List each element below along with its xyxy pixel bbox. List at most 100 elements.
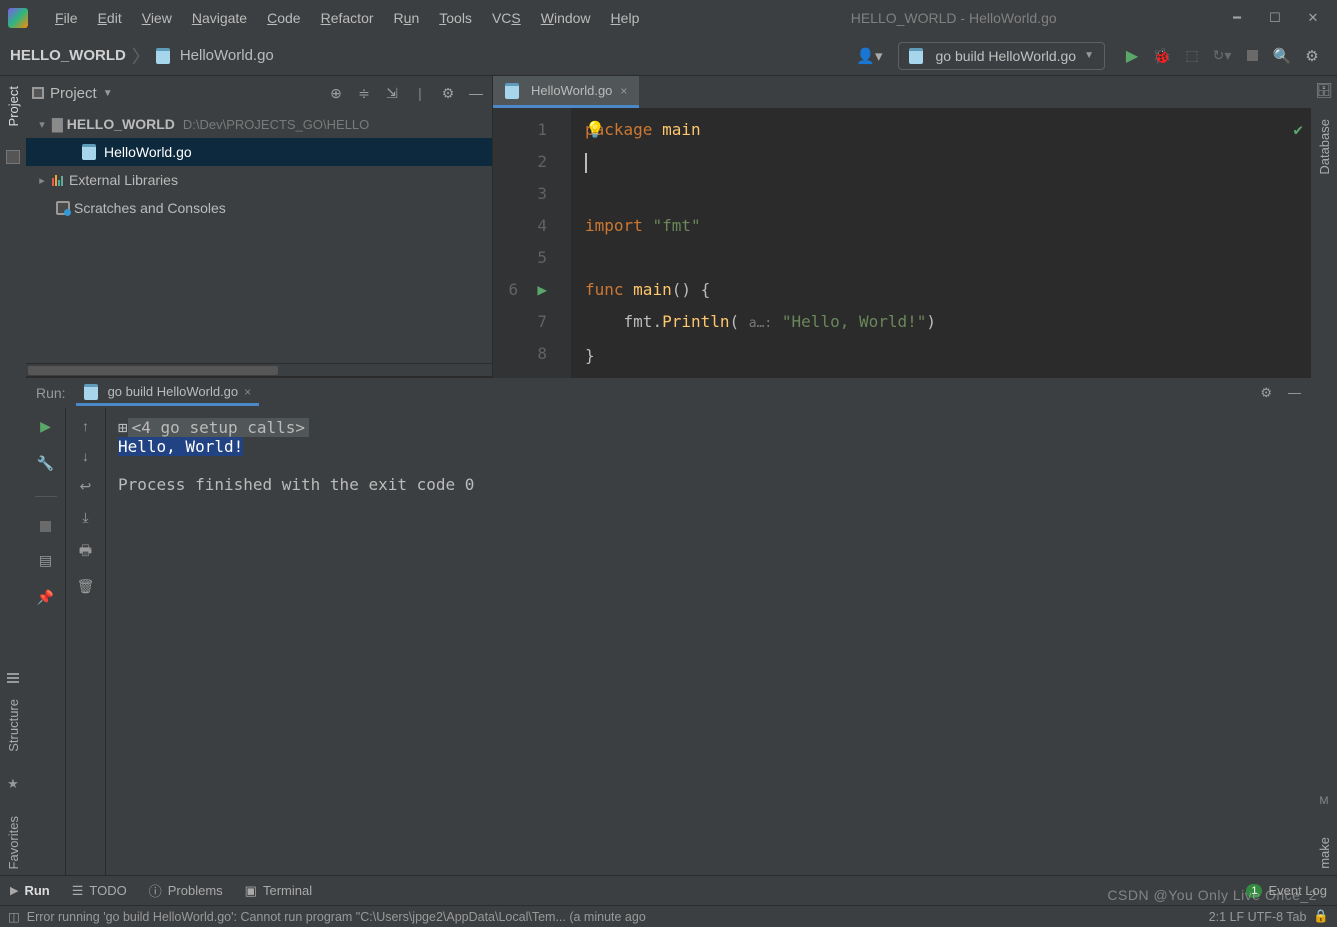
tree-root-path: D:\Dev\PROJECTS_GO\HELLO	[183, 117, 369, 132]
menu-code[interactable]: Code	[258, 6, 309, 30]
collapse-all-icon[interactable]: ⇲	[382, 85, 402, 102]
pin-icon[interactable]: 📌	[37, 589, 54, 606]
run-exit-line: Process finished with the exit code 0	[118, 475, 1299, 494]
close-tab-icon[interactable]: ×	[620, 84, 627, 98]
tree-scratches[interactable]: Scratches and Consoles	[26, 194, 492, 222]
chevron-down-icon[interactable]: ▾	[36, 118, 48, 131]
tree-external-label: External Libraries	[69, 172, 178, 188]
layout-icon[interactable]: ▤	[39, 552, 52, 569]
menu-run[interactable]: Run	[385, 6, 429, 30]
scratches-icon	[56, 201, 70, 215]
editor-tab[interactable]: HelloWorld.go ×	[493, 76, 639, 108]
breadcrumb: HELLO_WORLD 〉 HelloWorld.go	[10, 43, 274, 69]
clear-icon[interactable]: 🗑	[77, 578, 95, 595]
breadcrumb-root[interactable]: HELLO_WORLD	[10, 47, 126, 64]
status-right[interactable]: 2:1 LF UTF-8 Tab	[1209, 910, 1307, 924]
gear-icon[interactable]: ⚙	[438, 85, 458, 102]
chevron-right-icon[interactable]: ▸	[36, 174, 48, 187]
run-tab[interactable]: go build HelloWorld.go ×	[76, 381, 260, 406]
down-icon[interactable]: ↓	[82, 448, 89, 464]
breadcrumb-sep-icon: 〉	[132, 43, 150, 69]
menu-help[interactable]: Help	[602, 6, 649, 30]
star-icon: ★	[7, 776, 19, 792]
gear-icon[interactable]: ⚙	[1260, 385, 1272, 401]
menu-tools[interactable]: Tools	[430, 6, 481, 30]
chevron-down-icon: ▼	[1084, 50, 1094, 61]
coverage-button[interactable]: ⬚	[1181, 45, 1203, 67]
go-file-icon	[156, 48, 170, 64]
inspection-ok-icon[interactable]: ✔	[1293, 114, 1303, 146]
title-bar: File Edit View Navigate Code Refactor Ru…	[0, 0, 1337, 36]
tree-root-name: HELLO_WORLD	[67, 116, 175, 132]
breadcrumb-file[interactable]: HelloWorld.go	[180, 47, 274, 64]
intention-bulb-icon[interactable]: 💡	[585, 114, 605, 146]
close-icon[interactable]: ✕	[1305, 10, 1321, 26]
status-bar: ◫ Error running 'go build HelloWorld.go'…	[0, 905, 1337, 927]
close-tab-icon[interactable]: ×	[244, 385, 251, 399]
menu-bar: File Edit View Navigate Code Refactor Ru…	[46, 6, 648, 30]
database-icon: 🗄	[1315, 82, 1333, 99]
wrench-icon[interactable]: 🔧	[37, 455, 54, 472]
minimize-icon[interactable]: ━	[1229, 10, 1245, 26]
menu-view[interactable]: View	[133, 6, 181, 30]
project-scrollbar-h[interactable]	[26, 363, 492, 376]
rail-database[interactable]: Database	[1315, 113, 1334, 181]
status-tool-windows-icon[interactable]: ◫	[8, 909, 20, 924]
tool-terminal[interactable]: ▣Terminal	[245, 883, 312, 899]
fold-region[interactable]: <4 go setup calls>	[128, 418, 309, 437]
hide-icon[interactable]: —	[1288, 385, 1301, 401]
run-output[interactable]: ⊞<4 go setup calls> Hello, World! Proces…	[106, 408, 1311, 875]
rerun-icon[interactable]: ▶	[40, 418, 51, 435]
status-message[interactable]: Error running 'go build HelloWorld.go': …	[27, 910, 646, 924]
make-icon: M	[1319, 795, 1328, 807]
menu-window[interactable]: Window	[532, 6, 600, 30]
settings-button[interactable]: ⚙	[1301, 45, 1323, 67]
run-config-label: go build HelloWorld.go	[935, 48, 1076, 64]
tool-problems[interactable]: ⓘProblems	[149, 881, 223, 900]
stop-button[interactable]	[1241, 45, 1263, 67]
editor-caret	[585, 153, 587, 173]
project-header-label[interactable]: Project	[50, 85, 97, 102]
run-config-selector[interactable]: go build HelloWorld.go ▼	[898, 42, 1105, 70]
rail-favorites[interactable]: Favorites	[4, 810, 23, 875]
code-editor[interactable]: 123456 ▶78 💡 ✔ package main import "fmt"…	[493, 108, 1311, 378]
rail-project[interactable]: Project	[4, 80, 23, 132]
tree-file-label: HelloWorld.go	[104, 144, 192, 160]
print-icon[interactable]: 🖶	[79, 540, 92, 564]
code-area[interactable]: 💡 ✔ package main import "fmt" func main(…	[571, 108, 1311, 378]
chevron-down-icon[interactable]: ▼	[103, 88, 113, 99]
folder-icon: ▇	[52, 116, 63, 133]
menu-file[interactable]: File	[46, 6, 87, 30]
locate-icon[interactable]: ⊕	[326, 85, 346, 102]
menu-navigate[interactable]: Navigate	[183, 6, 256, 30]
tree-root[interactable]: ▾ ▇ HELLO_WORLD D:\Dev\PROJECTS_GO\HELLO	[26, 110, 492, 138]
menu-refactor[interactable]: Refactor	[312, 6, 383, 30]
run-header-label: Run:	[36, 385, 66, 401]
libraries-icon	[52, 175, 63, 186]
soft-wrap-icon[interactable]: ↩	[80, 478, 92, 495]
tree-file[interactable]: HelloWorld.go	[26, 138, 492, 166]
tree-external-libs[interactable]: ▸ External Libraries	[26, 166, 492, 194]
window-title: HELLO_WORLD - HelloWorld.go	[648, 10, 1229, 26]
maximize-icon[interactable]: ☐	[1267, 10, 1283, 26]
go-file-icon	[505, 83, 519, 99]
profile-button[interactable]: ↻▾	[1211, 45, 1233, 67]
tool-run[interactable]: ▶Run	[10, 883, 50, 898]
lock-icon[interactable]: 🔒	[1313, 909, 1329, 924]
expand-all-icon[interactable]: ≑	[354, 85, 374, 102]
debug-button[interactable]: 🐞	[1151, 45, 1173, 67]
up-icon[interactable]: ↑	[82, 418, 89, 434]
search-button[interactable]: 🔍	[1271, 45, 1293, 67]
rail-structure[interactable]: Structure	[4, 693, 23, 758]
hide-icon[interactable]: —	[466, 85, 486, 101]
rail-folder-icon[interactable]	[6, 150, 20, 164]
project-panel: Project ▼ ⊕ ≑ ⇲ | ⚙ — ▾ ▇ HELLO_WORLD	[26, 76, 492, 376]
menu-vcs[interactable]: VCS	[483, 6, 530, 30]
menu-edit[interactable]: Edit	[89, 6, 131, 30]
run-button[interactable]: ▶	[1121, 45, 1143, 67]
stop-icon[interactable]	[40, 521, 51, 532]
tool-todo[interactable]: ☰TODO	[72, 883, 127, 899]
rail-make[interactable]: make	[1315, 831, 1334, 875]
scroll-to-end-icon[interactable]: ⤓	[82, 509, 88, 526]
cwm-user-icon[interactable]: 👤▾	[852, 47, 886, 65]
